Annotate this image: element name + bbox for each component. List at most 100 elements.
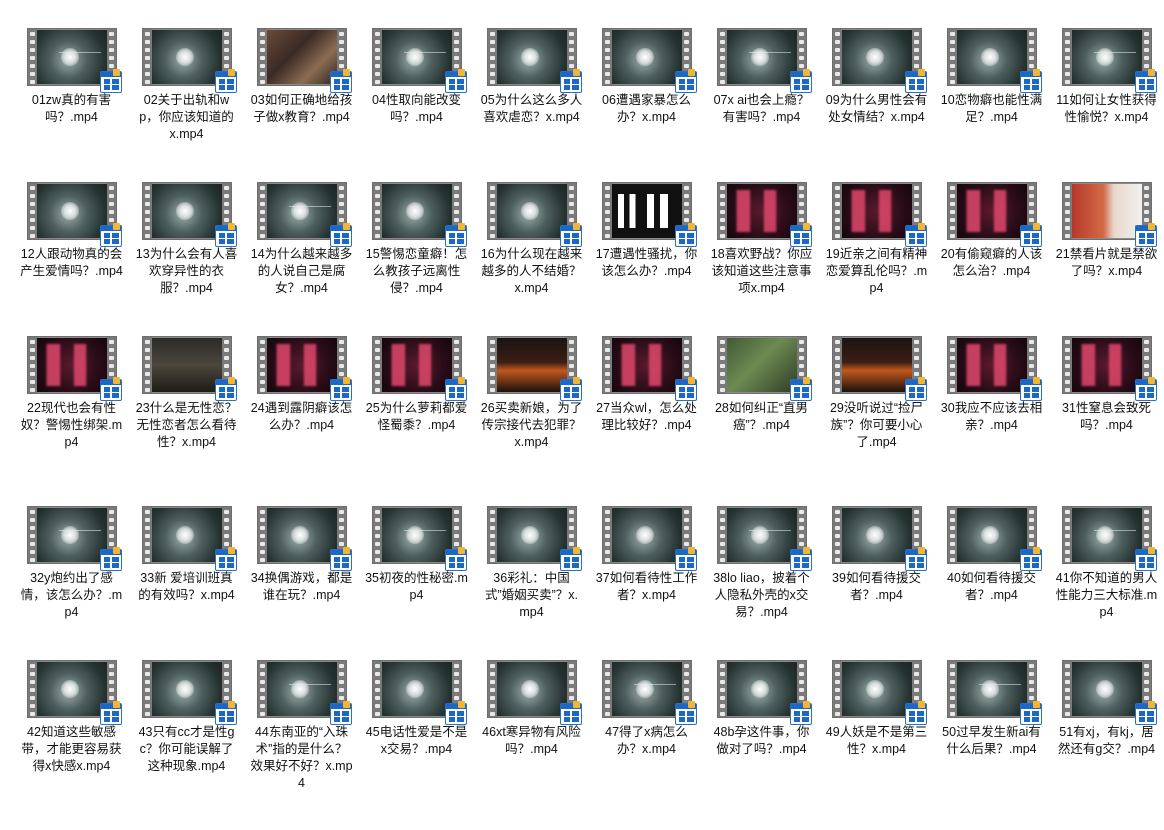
file-item[interactable]: 28如何纠正“直男癌”？.mp4 (704, 336, 819, 506)
video-thumbnail[interactable] (486, 506, 582, 571)
file-item[interactable]: 48b孕这件事，你做对了吗？.mp4 (704, 660, 819, 830)
file-item[interactable]: 21禁看片就是禁欲了吗？x.mp4 (1049, 182, 1164, 336)
video-thumbnail[interactable] (946, 336, 1042, 401)
video-thumbnail[interactable] (1061, 28, 1157, 93)
video-thumbnail[interactable] (256, 28, 352, 93)
video-thumbnail[interactable] (141, 336, 237, 401)
file-name[interactable]: 06遭遇家暴怎么办？x.mp4 (595, 92, 698, 126)
file-item[interactable]: 39如何看待援交者？.mp4 (819, 506, 934, 660)
video-thumbnail[interactable] (141, 182, 237, 247)
file-item[interactable]: 17遭遇性骚扰，你该怎么办？.mp4 (589, 182, 704, 336)
file-name[interactable]: 05为什么这么多人喜欢虐恋？x.mp4 (480, 92, 583, 126)
file-item[interactable]: 02关于出轨和wp，你应该知道的x.mp4 (129, 28, 244, 182)
video-thumbnail[interactable] (1061, 336, 1157, 401)
file-name[interactable]: 26买卖新娘，为了传宗接代去犯罪？x.mp4 (480, 400, 583, 451)
video-thumbnail[interactable] (256, 506, 352, 571)
file-item[interactable]: 27当众wl，怎么处理比较好？.mp4 (589, 336, 704, 506)
video-thumbnail[interactable] (601, 506, 697, 571)
video-thumbnail[interactable] (601, 28, 697, 93)
file-name[interactable]: 48b孕这件事，你做对了吗？.mp4 (710, 724, 813, 758)
file-name[interactable]: 10恋物癖也能性满足？.mp4 (940, 92, 1043, 126)
video-thumbnail[interactable] (26, 182, 122, 247)
video-thumbnail[interactable] (256, 660, 352, 725)
file-name[interactable]: 13为什么会有人喜欢穿异性的衣服？.mp4 (135, 246, 238, 297)
file-item[interactable]: 15警惕恋童癖！怎么教孩子远离性侵？.mp4 (359, 182, 474, 336)
file-item[interactable]: 04性取向能改变吗？.mp4 (359, 28, 474, 182)
video-thumbnail[interactable] (946, 660, 1042, 725)
video-thumbnail[interactable] (486, 182, 582, 247)
file-item[interactable]: 45电话性爱是不是x交易？.mp4 (359, 660, 474, 830)
file-name[interactable]: 22现代也会有性奴？警惕性绑架.mp4 (20, 400, 123, 451)
file-name[interactable]: 01zw真的有害吗？.mp4 (20, 92, 123, 126)
file-name[interactable]: 02关于出轨和wp，你应该知道的x.mp4 (135, 92, 238, 143)
file-name[interactable]: 23什么是无性恋？无性恋者怎么看待性？x.mp4 (135, 400, 238, 451)
video-thumbnail[interactable] (831, 336, 927, 401)
video-thumbnail[interactable] (26, 28, 122, 93)
file-item[interactable]: 29没听说过“捡尸族”？你可要小心了.mp4 (819, 336, 934, 506)
file-name[interactable]: 34换偶游戏，都是谁在玩？.mp4 (250, 570, 353, 604)
video-thumbnail[interactable] (831, 506, 927, 571)
video-thumbnail[interactable] (486, 660, 582, 725)
file-item[interactable]: 06遭遇家暴怎么办？x.mp4 (589, 28, 704, 182)
file-name[interactable]: 39如何看待援交者？.mp4 (825, 570, 928, 604)
file-name[interactable]: 25为什么萝莉都爱怪蜀黍？.mp4 (365, 400, 468, 434)
video-thumbnail[interactable] (371, 182, 467, 247)
video-thumbnail[interactable] (946, 506, 1042, 571)
video-thumbnail[interactable] (371, 506, 467, 571)
video-thumbnail[interactable] (946, 182, 1042, 247)
video-thumbnail[interactable] (946, 28, 1042, 93)
file-item[interactable]: 07x ai也会上瘾？有害吗？.mp4 (704, 28, 819, 182)
file-item[interactable]: 46xt寒异物有风险吗？.mp4 (474, 660, 589, 830)
file-item[interactable]: 16为什么现在越来越多的人不结婚？x.mp4 (474, 182, 589, 336)
video-thumbnail[interactable] (371, 28, 467, 93)
video-thumbnail[interactable] (26, 506, 122, 571)
file-item[interactable]: 30我应不应该去相亲？.mp4 (934, 336, 1049, 506)
video-thumbnail[interactable] (371, 336, 467, 401)
file-name[interactable]: 38lo liao，披着个人隐私外壳的x交易？.mp4 (710, 570, 813, 621)
video-thumbnail[interactable] (26, 336, 122, 401)
file-name[interactable]: 28如何纠正“直男癌”？.mp4 (710, 400, 813, 434)
video-thumbnail[interactable] (601, 336, 697, 401)
video-thumbnail[interactable] (1061, 506, 1157, 571)
file-name[interactable]: 32y炮约出了感情，该怎么办？.mp4 (20, 570, 123, 621)
file-name[interactable]: 27当众wl，怎么处理比较好？.mp4 (595, 400, 698, 434)
file-item[interactable]: 44东南亚的“入珠术”指的是什么？效果好不好？x.mp4 (244, 660, 359, 830)
file-name[interactable]: 17遭遇性骚扰，你该怎么办？.mp4 (595, 246, 698, 280)
file-name[interactable]: 41你不知道的男人性能力三大标准.mp4 (1055, 570, 1158, 621)
file-name[interactable]: 43只有cc才是性gc？你可能误解了这种现象.mp4 (135, 724, 238, 775)
file-name[interactable]: 44东南亚的“入珠术”指的是什么？效果好不好？x.mp4 (250, 724, 353, 792)
video-thumbnail[interactable] (1061, 660, 1157, 725)
video-thumbnail[interactable] (1061, 182, 1157, 247)
video-thumbnail[interactable] (716, 182, 812, 247)
file-name[interactable]: 18喜欢野战？你应该知道这些注意事项x.mp4 (710, 246, 813, 297)
file-name[interactable]: 04性取向能改变吗？.mp4 (365, 92, 468, 126)
file-name[interactable]: 11如何让女性获得性愉悦？x.mp4 (1055, 92, 1158, 126)
file-item[interactable]: 26买卖新娘，为了传宗接代去犯罪？x.mp4 (474, 336, 589, 506)
file-item[interactable]: 38lo liao，披着个人隐私外壳的x交易？.mp4 (704, 506, 819, 660)
file-name[interactable]: 45电话性爱是不是x交易？.mp4 (365, 724, 468, 758)
file-name[interactable]: 03如何正确地给孩子做x教育？.mp4 (250, 92, 353, 126)
video-thumbnail[interactable] (256, 336, 352, 401)
file-item[interactable]: 03如何正确地给孩子做x教育？.mp4 (244, 28, 359, 182)
file-item[interactable]: 36彩礼：中国式”婚姻买卖”？x.mp4 (474, 506, 589, 660)
file-name[interactable]: 19近亲之间有精神恋爱算乱伦吗？.mp4 (825, 246, 928, 297)
video-thumbnail[interactable] (601, 182, 697, 247)
file-name[interactable]: 49人妖是不是第三性？x.mp4 (825, 724, 928, 758)
file-item[interactable]: 47得了x病怎么办？x.mp4 (589, 660, 704, 830)
file-item[interactable]: 32y炮约出了感情，该怎么办？.mp4 (14, 506, 129, 660)
video-thumbnail[interactable] (26, 660, 122, 725)
file-name[interactable]: 51有xj，有kj，居然还有g交？.mp4 (1055, 724, 1158, 758)
file-item[interactable]: 05为什么这么多人喜欢虐恋？x.mp4 (474, 28, 589, 182)
file-item[interactable]: 33新 爱培训班真的有效吗？x.mp4 (129, 506, 244, 660)
video-thumbnail[interactable] (141, 28, 237, 93)
file-name[interactable]: 24遇到露阴癖该怎么办？.mp4 (250, 400, 353, 434)
video-thumbnail[interactable] (141, 660, 237, 725)
file-item[interactable]: 43只有cc才是性gc？你可能误解了这种现象.mp4 (129, 660, 244, 830)
file-item[interactable]: 11如何让女性获得性愉悦？x.mp4 (1049, 28, 1164, 182)
file-name[interactable]: 42知道这些敏感带，才能更容易获得x快感x.mp4 (20, 724, 123, 775)
file-item[interactable]: 01zw真的有害吗？.mp4 (14, 28, 129, 182)
file-name[interactable]: 30我应不应该去相亲？.mp4 (940, 400, 1043, 434)
file-name[interactable]: 21禁看片就是禁欲了吗？x.mp4 (1055, 246, 1158, 280)
video-thumbnail[interactable] (371, 660, 467, 725)
file-item[interactable]: 41你不知道的男人性能力三大标准.mp4 (1049, 506, 1164, 660)
